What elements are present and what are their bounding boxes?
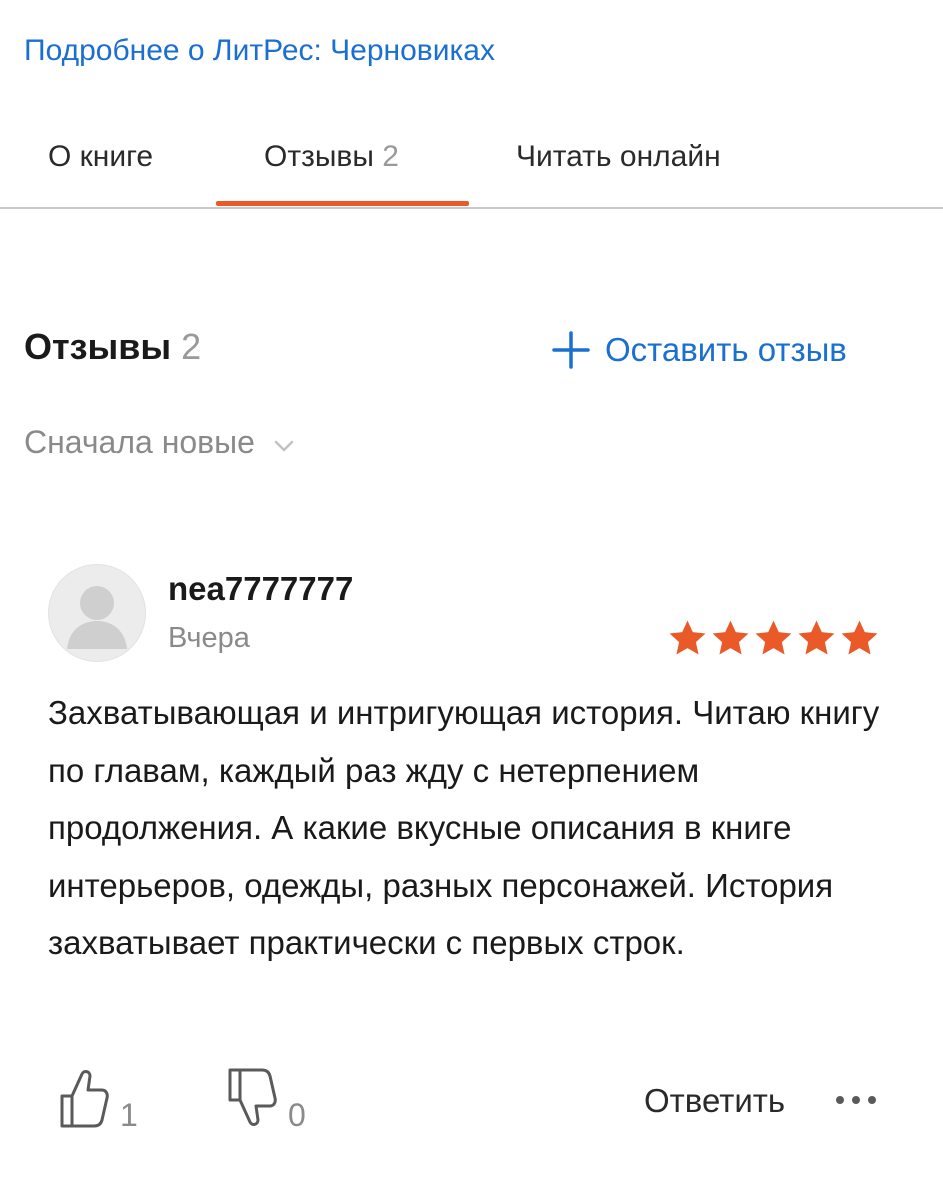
tab-reviews-label: Отзывы xyxy=(264,140,374,173)
reviews-heading: Отзывы 2 xyxy=(24,326,201,368)
sort-label: Сначала новые xyxy=(24,424,255,460)
chevron-down-icon xyxy=(273,424,295,461)
tab-bar: О книге Отзывы 2 Читать онлайн xyxy=(0,0,943,210)
more-dot xyxy=(852,1096,860,1104)
star-icon xyxy=(755,620,792,655)
dislike-button[interactable]: 0 xyxy=(226,1066,306,1135)
plus-icon xyxy=(551,330,591,370)
like-button[interactable]: 1 xyxy=(58,1066,138,1135)
reviews-heading-label: Отзывы xyxy=(24,326,172,367)
user-silhouette-icon xyxy=(67,586,127,649)
review-rating xyxy=(667,618,880,659)
sort-dropdown[interactable]: Сначала новые xyxy=(24,424,295,461)
review-actions: 1 0 Ответить xyxy=(0,1060,943,1150)
review-author[interactable]: nea7777777 xyxy=(168,570,353,608)
add-review-label: Оставить отзыв xyxy=(605,331,847,368)
active-tab-indicator xyxy=(216,201,469,206)
tab-about-book-label: О книге xyxy=(48,140,154,173)
star-icon xyxy=(798,620,835,655)
tab-read-online-label: Читать онлайн xyxy=(516,140,721,173)
reviews-heading-count: 2 xyxy=(181,326,202,367)
tab-reviews-count: 2 xyxy=(382,140,399,173)
more-dots-icon[interactable] xyxy=(836,1096,876,1104)
tab-read-online[interactable]: Читать онлайн xyxy=(516,140,721,174)
add-review-button[interactable]: Оставить отзыв xyxy=(551,330,847,370)
tab-reviews[interactable]: Отзывы 2 xyxy=(264,140,399,174)
like-count: 1 xyxy=(120,1097,138,1133)
star-icon xyxy=(841,620,878,655)
tabs-divider xyxy=(0,207,943,209)
avatar[interactable] xyxy=(48,564,146,662)
star-icon xyxy=(669,620,706,655)
more-dot xyxy=(836,1096,844,1104)
review-date: Вчера xyxy=(168,622,250,654)
star-icon xyxy=(712,620,749,655)
thumbs-up-icon xyxy=(58,1066,110,1135)
review-text: Захватывающая и интригующая история. Чит… xyxy=(48,694,880,962)
more-dot xyxy=(868,1096,876,1104)
thumbs-down-icon xyxy=(226,1066,278,1135)
reply-button[interactable]: Ответить xyxy=(644,1082,785,1120)
tab-about-book[interactable]: О книге xyxy=(48,140,153,174)
dislike-count: 0 xyxy=(288,1097,306,1133)
